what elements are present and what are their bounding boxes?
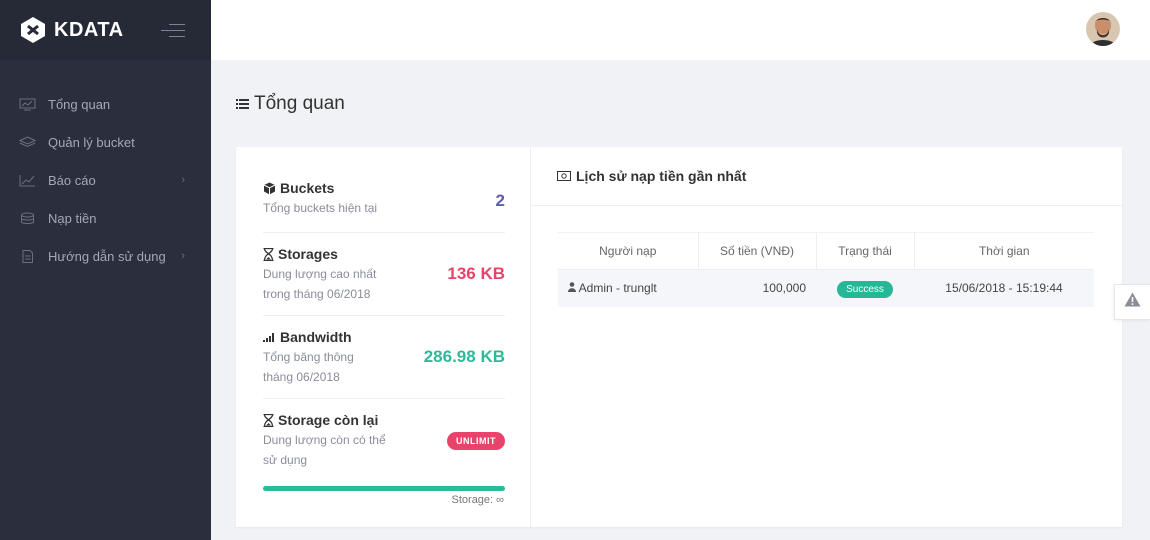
sidebar-nav: Tổng quan Quản lý bucket Báo cáo › Nạp t… <box>0 85 211 275</box>
chevron-right-icon: › <box>181 174 185 186</box>
document-icon <box>18 249 36 263</box>
kdata-logo-icon[interactable] <box>18 15 48 45</box>
page-title-text: Tổng quan <box>254 93 345 114</box>
sidebar-item-label: Hướng dẫn sử dụng <box>48 248 166 264</box>
overview-card: Buckets Tổng buckets hiện tại 2 Storages… <box>236 147 1122 527</box>
main-content: Tổng quan Buckets Tổng buckets hiện tại … <box>211 60 1150 540</box>
chevron-right-icon: › <box>181 250 185 262</box>
alert-side-tab[interactable] <box>1114 284 1150 320</box>
column-header[interactable]: Người nạp <box>558 232 698 270</box>
stat-subtitle-line: sử dụng <box>263 453 308 467</box>
stat-value: 2 <box>495 191 505 210</box>
table-row[interactable]: Admin - trunglt 100,000 Success 15/06/20… <box>558 269 1094 307</box>
stat-subtitle-line: trong tháng 06/2018 <box>263 287 371 301</box>
cell-user: Admin - trunglt <box>578 281 657 296</box>
user-icon <box>568 281 579 295</box>
column-header[interactable]: Số tiền (VNĐ) <box>697 232 816 270</box>
brand-header: KDATA <box>0 0 211 60</box>
history-header: Lịch sử nạp tiền gần nhất <box>532 147 1122 206</box>
chart-line-icon <box>18 173 36 187</box>
brand-name: KDATA <box>54 18 124 41</box>
stat-storages: Storages Dung lượng cao nhất trong tháng… <box>263 246 505 316</box>
money-icon <box>557 171 571 181</box>
stats-panel: Buckets Tổng buckets hiện tại 2 Storages… <box>236 147 531 527</box>
stat-value: 286.98 KB <box>423 347 505 366</box>
history-title: Lịch sử nạp tiền gần nhất <box>576 168 747 184</box>
hourglass-icon <box>263 413 274 427</box>
stat-subtitle: Tổng buckets hiện tại <box>263 201 378 215</box>
user-avatar[interactable] <box>1086 12 1120 46</box>
coins-icon <box>18 211 36 225</box>
menu-toggle-icon[interactable] <box>161 23 185 37</box>
list-icon <box>236 93 249 115</box>
stat-subtitle-line: tháng 06/2018 <box>263 370 340 384</box>
sidebar-item-overview[interactable]: Tổng quan <box>0 85 211 123</box>
sidebar-item-label: Tổng quan <box>48 96 111 112</box>
sidebar-item-topup[interactable]: Nạp tiền <box>0 199 211 237</box>
warning-icon <box>1124 292 1141 312</box>
stat-bandwidth: Bandwidth Tổng băng thông tháng 06/2018 … <box>263 329 505 399</box>
stat-value: 136 KB <box>447 264 505 283</box>
monitor-icon <box>18 97 36 111</box>
unlimit-badge: UNLIMIT <box>447 432 505 450</box>
storage-progress-bar <box>263 486 505 491</box>
sidebar-item-reports[interactable]: Báo cáo › <box>0 161 211 199</box>
storage-note: Storage: ∞ <box>451 494 504 506</box>
column-header[interactable]: Trạng thái <box>815 232 914 270</box>
stat-title: Buckets <box>280 180 335 196</box>
column-header[interactable]: Thời gian <box>913 232 1094 270</box>
signal-bars-icon <box>263 332 276 342</box>
sidebar-item-label: Báo cáo <box>48 172 96 188</box>
status-badge: Success <box>837 281 893 299</box>
sidebar: KDATA Tổng quan Quản lý bucket Báo cáo › <box>0 0 211 540</box>
layers-icon <box>18 135 36 149</box>
storage-progress-fill <box>263 486 505 491</box>
sidebar-item-guide[interactable]: Hướng dẫn sử dụng › <box>0 237 211 275</box>
sidebar-item-label: Nạp tiền <box>48 210 97 226</box>
cell-time: 15/06/2018 - 15:19:44 <box>914 269 1094 307</box>
page-title: Tổng quan <box>236 93 345 115</box>
sidebar-item-label: Quản lý bucket <box>48 134 135 150</box>
cube-icon <box>263 182 276 195</box>
sidebar-item-bucket[interactable]: Quản lý bucket <box>0 123 211 161</box>
stat-buckets: Buckets Tổng buckets hiện tại 2 <box>263 180 505 233</box>
stat-title: Storages <box>278 246 338 262</box>
stat-title: Storage còn lại <box>278 412 379 428</box>
history-table: Người nạp Số tiền (VNĐ) Trạng thái Thời … <box>558 232 1094 307</box>
history-panel: Lịch sử nạp tiền gần nhất Người nạp Số t… <box>532 147 1122 527</box>
hourglass-icon <box>263 247 274 261</box>
stat-remaining: Storage còn lại Dung lượng còn có thể sử… <box>263 412 505 474</box>
top-bar <box>211 0 1150 60</box>
stat-title: Bandwidth <box>280 329 352 345</box>
cell-amount: 100,000 <box>698 269 816 307</box>
table-header-row: Người nạp Số tiền (VNĐ) Trạng thái Thời … <box>558 232 1094 270</box>
